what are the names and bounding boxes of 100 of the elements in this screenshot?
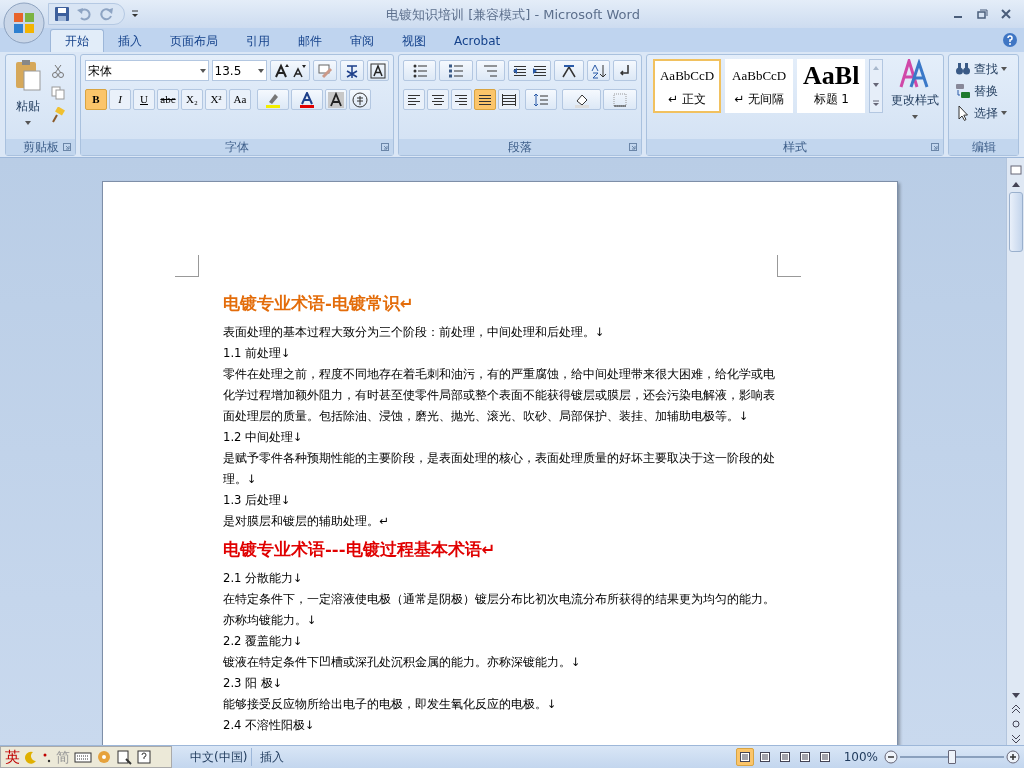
group-label: 剪贴板	[22, 139, 59, 156]
body-text: 1.1 前处理↓	[223, 345, 292, 362]
format-button[interactable]: X²	[205, 89, 227, 110]
body-text: 1.2 中间处理↓	[223, 429, 304, 446]
browse-object-icon[interactable]	[1009, 718, 1022, 730]
character-shading-icon[interactable]	[328, 91, 344, 108]
scroll-down-icon[interactable]	[872, 82, 881, 88]
align-button[interactable]	[403, 89, 425, 110]
replace-icon[interactable]	[955, 82, 971, 99]
bullets-icon[interactable]	[411, 62, 428, 79]
format-button[interactable]: U	[133, 89, 155, 110]
editing-button[interactable]: 替换	[955, 81, 1014, 100]
dialog-launcher-icon[interactable]	[931, 143, 939, 151]
body-text: 2.4 不溶性阳极↓	[223, 717, 316, 734]
scroll-thumb[interactable]	[1008, 192, 1023, 252]
enclose-character-icon[interactable]	[352, 91, 368, 108]
align-button[interactable]	[474, 89, 497, 110]
page-view-icon	[758, 751, 771, 763]
change-styles-button[interactable]: 更改样式	[891, 59, 939, 119]
body-text: 零件在处理之前，程度不同地存在着毛刺和油污，有的严重腐蚀，给中间处理带来很大困难，给化学或电化学过程增加额外阻力，有时甚至使零件局部或整个表面不能获得镀层或膜层，还会污染电解液，影响表面处理层的质量。包括除油、浸蚀，磨光、抛光、滚光、吹砂、局部保护、装挂、加辅助电极等。↓	[223, 366, 776, 425]
body-text: 镀液在特定条件下凹槽或深孔处沉积金属的能力。亦称深镀能力。↓	[223, 654, 582, 671]
font-size-field[interactable]: 13.5	[211, 60, 268, 81]
keyboard-icon[interactable]	[74, 751, 92, 763]
page-view-icon	[798, 751, 811, 763]
zoom-level[interactable]: 100%	[843, 748, 878, 766]
save-icon[interactable]	[54, 6, 70, 22]
shrink-font-icon[interactable]	[292, 62, 307, 79]
font-name-field[interactable]: 宋体	[85, 60, 209, 81]
format-button[interactable]: B	[85, 89, 107, 110]
heading: 电镀专业术语-电镀常识↵	[223, 293, 415, 315]
sort-icon[interactable]	[590, 62, 607, 79]
zoom-thumb[interactable]	[948, 750, 956, 764]
scroll-down-icon[interactable]	[1009, 690, 1022, 700]
dialog-launcher-icon[interactable]	[63, 143, 71, 151]
ribbon-tab[interactable]: 邮件	[284, 29, 336, 52]
group-label: 样式	[783, 139, 807, 156]
grow-font-icon[interactable]	[274, 62, 291, 79]
format-button[interactable]: Aa	[229, 89, 251, 110]
notepad-icon[interactable]	[116, 749, 132, 765]
scissors-icon[interactable]	[50, 63, 66, 79]
zoom-slider[interactable]	[900, 750, 1004, 764]
binoculars-icon[interactable]	[955, 60, 971, 77]
language-status[interactable]: 中文(中国)	[186, 748, 253, 766]
format-painter-icon[interactable]	[50, 107, 66, 123]
group-label: 编辑	[971, 139, 996, 156]
editing-button[interactable]: 选择	[955, 103, 1014, 122]
group-label: 字体	[225, 139, 249, 156]
align-button[interactable]	[426, 89, 449, 110]
close-icon[interactable]	[1000, 8, 1012, 20]
align-button[interactable]	[450, 89, 473, 110]
previous-page-icon[interactable]	[1009, 703, 1022, 715]
style-item[interactable]: AaBl 标题 1	[797, 59, 866, 113]
format-button[interactable]: X₂	[181, 89, 203, 110]
clipboard-icon	[14, 59, 42, 91]
dialog-launcher-icon[interactable]	[381, 143, 389, 151]
ribbon-tab[interactable]: 开始	[50, 29, 104, 52]
highlighter-icon[interactable]	[265, 91, 281, 108]
ribbon-tab[interactable]: 引用	[232, 29, 284, 52]
window-title: 电镀知识培训 [兼容模式] - Microsoft Word	[386, 6, 640, 24]
help-icon[interactable]	[136, 749, 152, 765]
font-color-icon[interactable]	[299, 91, 315, 108]
gallery-scroll[interactable]	[869, 59, 883, 113]
editing-button[interactable]: 查找	[955, 59, 1014, 78]
asian-layout-icon[interactable]	[561, 62, 578, 79]
numbering-icon[interactable]	[448, 62, 465, 79]
ribbon-tab[interactable]: 页面布局	[156, 29, 232, 52]
view-button[interactable]	[735, 748, 754, 766]
ime-language[interactable]: 英	[5, 745, 20, 768]
dialog-launcher-icon[interactable]	[629, 143, 637, 151]
help-icon[interactable]	[1002, 32, 1018, 48]
zoom-in-icon[interactable]	[1006, 750, 1020, 764]
body-text: 2.2 覆盖能力↓	[223, 633, 304, 650]
format-button[interactable]: abc	[157, 89, 179, 110]
customize-icon[interactable]	[131, 9, 139, 19]
multilevel-list-icon[interactable]	[482, 62, 499, 79]
zoom-out-icon[interactable]	[884, 750, 898, 764]
more-icon[interactable]	[872, 98, 881, 107]
change-styles-icon	[899, 59, 931, 89]
body-text: 1.3 后处理↓	[223, 492, 292, 509]
line-spacing-icon[interactable]	[532, 91, 549, 108]
ribbon-tab[interactable]: Acrobat	[440, 29, 515, 52]
heading: 电镀专业术语---电镀过程基本术语↵	[223, 539, 497, 561]
insert-mode-status[interactable]: 插入	[256, 748, 289, 766]
restore-icon[interactable]	[976, 8, 988, 20]
ribbon-tab[interactable]: 插入	[104, 29, 156, 52]
caret-icon	[1001, 110, 1007, 115]
style-item[interactable]: AaBbCcD ↵ 正文	[653, 59, 722, 113]
character-border-icon[interactable]	[370, 62, 387, 79]
ribbon-tab[interactable]: 视图	[388, 29, 440, 52]
style-item[interactable]: AaBbCcD ↵ 无间隔	[725, 59, 794, 113]
borders-icon[interactable]	[612, 91, 629, 108]
align-button[interactable]	[498, 89, 520, 110]
ribbon-tab[interactable]: 审阅	[336, 29, 388, 52]
next-page-icon[interactable]	[1009, 733, 1022, 745]
page-view-icon	[818, 751, 831, 763]
paste-button[interactable]: 粘贴	[10, 59, 46, 125]
body-text: 表面处理的基本过程大致分为三个阶段：前处理，中间处理和后处理。↓	[223, 324, 606, 341]
body-text: 是赋予零件各种预期性能的主要阶段，是表面处理的核心，表面处理质量的好坏主要取决于这一阶段的处理。↓	[223, 450, 776, 488]
format-button[interactable]: I	[109, 89, 131, 110]
cursor-icon[interactable]	[955, 104, 971, 121]
